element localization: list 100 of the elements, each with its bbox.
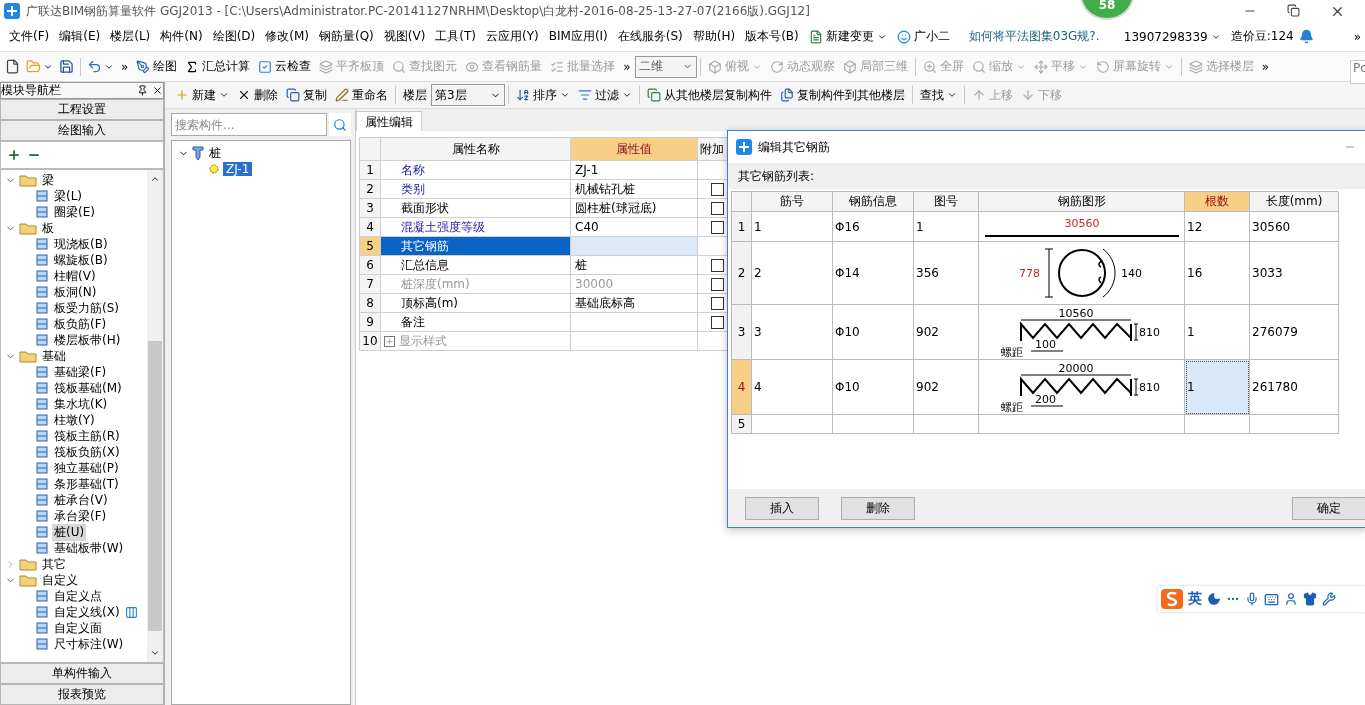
input-mode[interactable]: 英 (1188, 590, 1202, 608)
tree-item[interactable]: 条形基础(T) (52, 475, 121, 493)
table-cell[interactable]: 1 (1185, 360, 1250, 415)
tree-item[interactable]: 筏板负筋(X) (52, 443, 122, 461)
tree-item[interactable]: 板受力筋(S) (52, 299, 121, 317)
property-value[interactable]: 机械钻孔桩 (571, 180, 698, 199)
checkbox[interactable] (711, 258, 724, 272)
keyboard-icon[interactable] (1264, 591, 1279, 607)
menu-item[interactable]: 编辑(E) (54, 28, 106, 45)
search-field[interactable]: 搜索构件... (171, 113, 327, 136)
tree-folder[interactable]: 基础 (40, 347, 68, 365)
overflow-chevron[interactable]: » (1349, 29, 1365, 44)
menu-item[interactable]: 楼层(L) (105, 28, 156, 45)
menu-button[interactable]: 广小二 (891, 28, 955, 45)
property-value[interactable]: 基础底标高 (571, 294, 698, 313)
tree-folder[interactable]: 桩 (207, 144, 223, 162)
table-cell[interactable]: 1 (1185, 305, 1250, 360)
tree-item[interactable]: 自定义面 (52, 619, 104, 637)
toolbar-button[interactable]: 删除 (233, 86, 282, 104)
restore-icon[interactable] (1287, 3, 1300, 17)
toolbar-button[interactable]: 绘图 (132, 58, 182, 75)
menu-item[interactable]: 工具(T) (430, 28, 482, 45)
tree-item[interactable]: 承台梁(F) (52, 507, 109, 525)
menu-item[interactable]: 在线服务(S) (612, 28, 688, 45)
person-icon[interactable] (1284, 592, 1298, 606)
tree-folder[interactable]: 其它 (40, 555, 68, 573)
property-value[interactable]: C40 (571, 218, 698, 237)
tree-item[interactable]: 梁(L) (52, 187, 85, 205)
section-button[interactable]: 工程设置 (0, 99, 164, 120)
checkbox[interactable] (711, 182, 724, 196)
menu-item[interactable]: 云应用(Y) (481, 28, 544, 45)
menu-item[interactable]: 构件(N) (155, 28, 208, 45)
help-link[interactable]: 如何将平法图集03G规?. (968, 28, 1119, 45)
tree-folder[interactable]: 板 (40, 219, 56, 237)
dialog-button[interactable]: 插入 (745, 496, 819, 520)
moon-icon[interactable] (1207, 592, 1221, 606)
ime-logo-icon[interactable] (1161, 589, 1183, 609)
tree-item[interactable]: 筏板基础(M) (52, 379, 124, 397)
tree-item[interactable]: 桩承台(V) (52, 491, 110, 509)
section-button[interactable]: 报表预览 (0, 684, 164, 705)
expand-all-icon[interactable] (7, 148, 21, 162)
tree-item[interactable]: 独立基础(P) (52, 459, 121, 477)
bell-icon[interactable] (1298, 29, 1314, 44)
shirt-icon[interactable] (1303, 592, 1317, 606)
toolbar-button[interactable]: 查找 (916, 86, 961, 104)
tree-item[interactable]: 基础板带(W) (52, 539, 126, 557)
toolbar-button[interactable]: 新建 (171, 86, 233, 104)
table-cell[interactable]: 16 (1185, 242, 1250, 305)
tree-item[interactable]: 圈梁(E) (52, 203, 97, 221)
tree-item[interactable]: 楼层板带(H) (52, 331, 123, 349)
checkbox[interactable] (711, 201, 724, 215)
tree-item[interactable]: ZJ-1 (223, 162, 253, 176)
menu-item[interactable]: 修改(M) (260, 28, 314, 45)
tree-item[interactable]: 板洞(N) (52, 283, 99, 301)
menu-item[interactable]: 版本号(B) (740, 28, 804, 45)
tree-item[interactable]: 桩(U) (52, 523, 87, 541)
tree-item[interactable]: 集水坑(K) (52, 395, 110, 413)
section-button[interactable]: 单构件输入 (0, 663, 164, 684)
microphone-icon[interactable] (1245, 592, 1259, 606)
toolbar-button[interactable]: 汇总计算 (181, 58, 255, 75)
menu-item[interactable]: 文件(F) (4, 28, 55, 45)
overflow-chevron[interactable]: » (619, 59, 635, 74)
tree-item[interactable]: 自定义点 (52, 587, 104, 605)
dialog-button[interactable]: 删除 (841, 496, 915, 520)
menu-item[interactable]: 钢筋量(Q) (313, 28, 379, 45)
tab[interactable]: 属性编辑 (356, 111, 422, 131)
property-value[interactable]: 圆柱桩(球冠底) (571, 199, 698, 218)
tree-folder[interactable]: 梁 (40, 171, 56, 189)
view-select[interactable]: 第3层 (431, 84, 505, 106)
section-button[interactable]: 绘图输入 (0, 120, 164, 141)
toolbar-button[interactable]: 复制 (282, 86, 331, 104)
checkbox[interactable] (711, 315, 724, 329)
scroll-down-icon[interactable] (150, 648, 160, 658)
overflow-chevron[interactable]: » (1257, 59, 1274, 74)
tree-item[interactable]: 尺寸标注(W) (52, 635, 126, 653)
account-menu[interactable]: 13907298339 (1118, 29, 1226, 44)
tree-folder[interactable]: 自定义 (40, 571, 80, 589)
toolbar-button[interactable]: 复制构件到其他楼层 (776, 86, 909, 104)
expand-icon[interactable] (384, 335, 395, 347)
close-icon[interactable] (152, 85, 163, 96)
tree-item[interactable]: 板负筋(F) (52, 315, 109, 333)
toolbar-button[interactable]: 过滤 (574, 86, 636, 104)
search-button[interactable] (329, 113, 351, 136)
columns-icon[interactable] (124, 605, 138, 619)
checkbox[interactable] (711, 296, 724, 310)
table-cell[interactable] (1185, 415, 1250, 434)
toolbar-button[interactable]: 从其他楼层复制构件 (643, 86, 776, 104)
checkbox[interactable] (711, 277, 724, 291)
scrollbar[interactable] (147, 170, 163, 662)
tree-item[interactable]: 柱帽(V) (52, 267, 98, 285)
toolbar-button[interactable]: 云检查 (254, 58, 316, 75)
tree-item[interactable]: 柱墩(Y) (52, 411, 97, 429)
menu-item[interactable]: 绘图(D) (207, 28, 261, 45)
tree-item[interactable]: 基础梁(F) (52, 363, 109, 381)
menu-item[interactable]: BIM应用(I) (543, 28, 613, 45)
property-value[interactable]: ZJ-1 (571, 161, 698, 180)
scroll-thumb[interactable] (148, 341, 162, 631)
tree-item[interactable]: 自定义线(X) (52, 603, 122, 621)
property-value[interactable]: 桩 (571, 256, 698, 275)
pin-icon[interactable] (137, 85, 148, 96)
